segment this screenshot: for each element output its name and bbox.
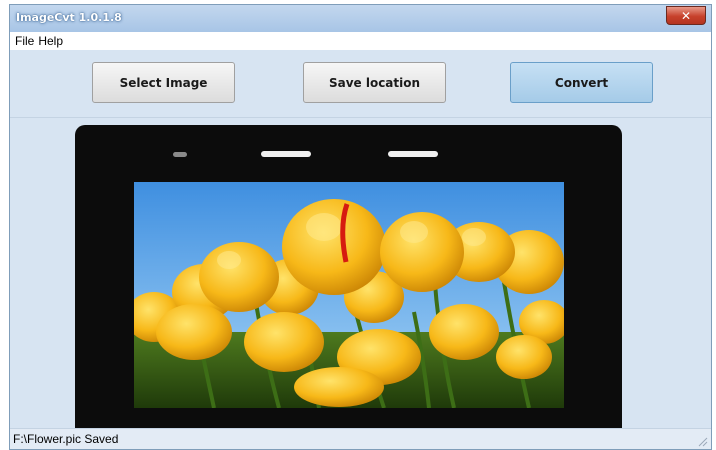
menu-help[interactable]: Help	[36, 32, 65, 48]
close-button[interactable]: ✕	[666, 6, 706, 25]
status-bar: F:\Flower.pic Saved	[10, 428, 711, 449]
title-bar[interactable]: ImageCvt 1.0.1.8 ✕	[10, 5, 711, 32]
phone-speaker-left	[261, 151, 311, 157]
app-window: ImageCvt 1.0.1.8 ✕ File Help Select Image…	[9, 4, 712, 450]
save-location-button[interactable]: Save location	[303, 62, 446, 103]
convert-button[interactable]: Convert	[510, 62, 653, 103]
select-image-button[interactable]: Select Image	[92, 62, 235, 103]
resize-grip-icon[interactable]	[696, 435, 708, 447]
preview-image	[134, 182, 564, 408]
phone-speaker-right	[388, 151, 438, 157]
close-icon: ✕	[680, 9, 692, 23]
toolbar: Select Image Save location Convert	[10, 50, 711, 118]
window-title: ImageCvt 1.0.1.8	[16, 11, 122, 24]
phone-sensor	[173, 152, 187, 157]
menu-bar: File Help	[10, 32, 711, 50]
phone-frame-icon	[75, 125, 622, 445]
preview-area	[10, 118, 711, 445]
tulips-photo-icon	[134, 182, 564, 408]
status-text: F:\Flower.pic Saved	[13, 432, 119, 446]
menu-file[interactable]: File	[13, 32, 36, 48]
